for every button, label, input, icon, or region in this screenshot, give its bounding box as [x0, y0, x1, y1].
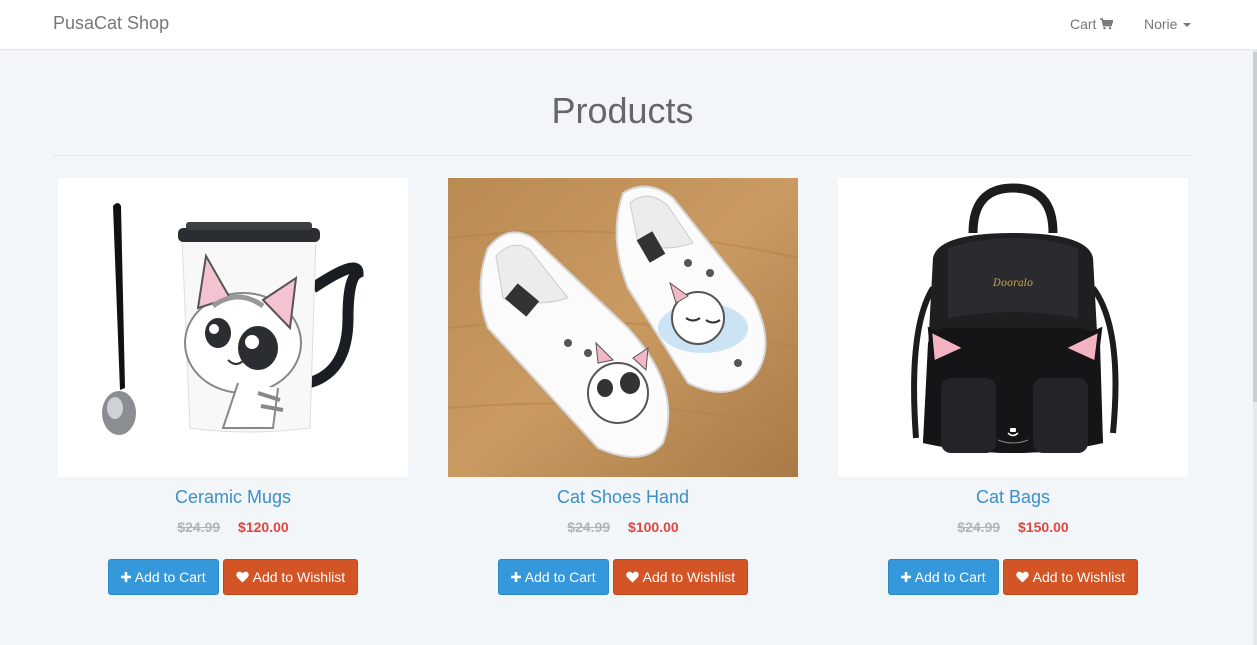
sale-price: $150.00 — [1018, 519, 1069, 535]
product-image-shoes[interactable] — [448, 178, 798, 477]
product-name-link[interactable]: Cat Shoes Hand — [448, 487, 798, 508]
heart-icon — [625, 571, 639, 583]
product-image-bag[interactable]: Dooralo — [838, 178, 1188, 477]
add-to-wishlist-button[interactable]: Add to Wishlist — [612, 559, 749, 595]
add-to-cart-button[interactable]: Add to Cart — [887, 559, 999, 595]
sale-price: $100.00 — [628, 519, 679, 535]
heart-icon — [235, 571, 249, 583]
product-name-link[interactable]: Ceramic Mugs — [58, 487, 408, 508]
product-price: $24.99 $150.00 — [838, 519, 1188, 535]
product-price: $24.99 $120.00 — [58, 519, 408, 535]
product-card: Cat Shoes Hand $24.99 $100.00 Add to Car… — [448, 178, 798, 595]
product-image-mug[interactable] — [58, 178, 408, 477]
add-to-wishlist-button[interactable]: Add to Wishlist — [1002, 559, 1139, 595]
add-to-wishlist-label: Add to Wishlist — [1032, 569, 1126, 585]
title-divider — [53, 155, 1192, 156]
plus-icon — [120, 572, 131, 582]
scrollbar-thumb[interactable] — [1253, 52, 1257, 402]
product-actions: Add to Cart Add to Wishlist — [448, 559, 798, 595]
brand-link[interactable]: PusaCat Shop — [53, 13, 169, 34]
add-to-wishlist-button[interactable]: Add to Wishlist — [222, 559, 359, 595]
plus-icon — [510, 572, 521, 582]
old-price: $24.99 — [177, 519, 221, 535]
sale-price: $120.00 — [238, 519, 289, 535]
user-menu-dropdown[interactable]: Norie — [1144, 16, 1192, 32]
add-to-cart-label: Add to Cart — [914, 569, 986, 585]
product-actions: Add to Cart Add to Wishlist — [838, 559, 1188, 595]
nav-cart-link[interactable]: Cart — [1070, 16, 1114, 32]
page-title: Products — [551, 90, 694, 131]
nav-cart-label: Cart — [1070, 16, 1097, 32]
user-menu-label: Norie — [1144, 16, 1178, 32]
product-actions: Add to Cart Add to Wishlist — [58, 559, 408, 595]
old-price: $24.99 — [957, 519, 1001, 535]
plus-icon — [900, 572, 911, 582]
add-to-cart-button[interactable]: Add to Cart — [497, 559, 609, 595]
top-navbar: PusaCat Shop Cart Norie — [0, 0, 1257, 50]
product-price: $24.99 $100.00 — [448, 519, 798, 535]
heart-icon — [1015, 571, 1029, 583]
add-to-wishlist-label: Add to Wishlist — [642, 569, 736, 585]
product-card: Dooralo Cat Bags $24.99 $150.00 Add to C… — [838, 178, 1188, 595]
product-name-link[interactable]: Cat Bags — [838, 487, 1188, 508]
svg-text:Dooralo: Dooralo — [992, 278, 1033, 289]
add-to-wishlist-label: Add to Wishlist — [252, 569, 346, 585]
shopping-cart-icon — [1100, 18, 1114, 30]
add-to-cart-label: Add to Cart — [134, 569, 206, 585]
add-to-cart-button[interactable]: Add to Cart — [107, 559, 219, 595]
caret-down-icon — [1183, 23, 1192, 27]
add-to-cart-label: Add to Cart — [524, 569, 596, 585]
old-price: $24.99 — [567, 519, 611, 535]
product-card: Ceramic Mugs $24.99 $120.00 Add to Cart … — [58, 178, 408, 595]
